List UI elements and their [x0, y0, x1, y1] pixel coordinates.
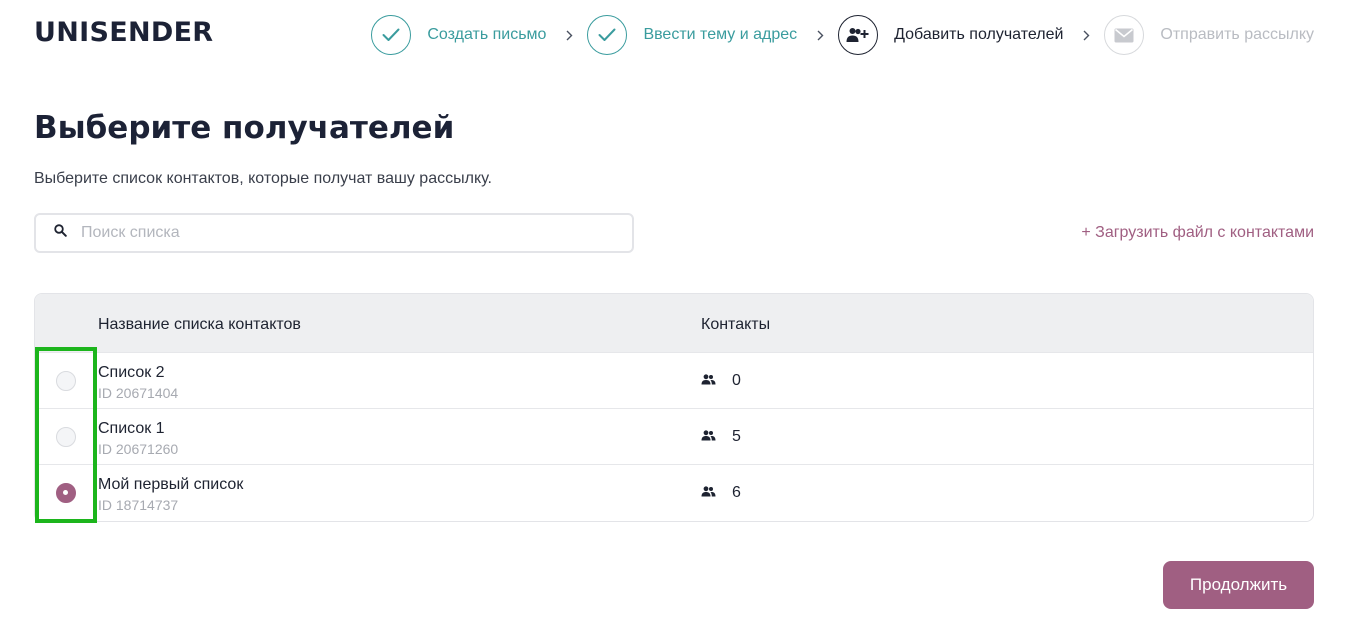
step-label: Добавить получателей	[894, 26, 1064, 43]
step-label: Ввести тему и адрес	[643, 26, 798, 43]
step-create-letter[interactable]: Создать письмо	[371, 15, 546, 55]
chevron-right-icon	[817, 30, 824, 41]
chevron-right-icon	[1083, 30, 1090, 41]
add-user-icon	[838, 15, 879, 55]
page-title: Выберите получателей	[34, 110, 455, 146]
column-header-name: Название списка контактов	[98, 316, 301, 333]
contacts-count: 6	[732, 484, 741, 501]
contacts-count: 5	[732, 428, 741, 445]
check-icon	[371, 15, 412, 55]
users-icon	[701, 372, 716, 390]
list-name: Список 2	[98, 364, 165, 381]
check-icon	[587, 15, 628, 55]
step-label: Создать письмо	[427, 26, 547, 43]
chevron-right-icon	[566, 30, 573, 41]
contacts-cell: 5	[701, 428, 741, 446]
users-icon	[701, 484, 716, 502]
contacts-count: 0	[732, 372, 741, 389]
contacts-cell: 0	[701, 372, 741, 390]
list-id: ID 20671260	[98, 441, 179, 457]
envelope-icon	[1104, 15, 1145, 55]
search-icon	[54, 224, 67, 242]
page-subtitle: Выберите список контактов, которые получ…	[34, 170, 492, 187]
table-header: Название списка контактов Контакты	[35, 294, 1313, 352]
contact-lists-table: Название списка контактов Контакты Списо…	[34, 293, 1314, 522]
step-subject-address[interactable]: Ввести тему и адрес	[587, 15, 797, 55]
contacts-cell: 6	[701, 484, 741, 502]
list-name: Список 1	[98, 420, 165, 437]
list-select-radio[interactable]	[56, 483, 76, 503]
step-send: Отправить рассылку	[1104, 15, 1314, 55]
progress-steps: Создать письмо Ввести тему и адрес Добав…	[371, 15, 1314, 55]
table-row[interactable]: Список 1 ID 20671260 5	[35, 408, 1313, 464]
table-row[interactable]: Мой первый список ID 18714737 6	[35, 464, 1313, 521]
unisender-logo[interactable]: UNISENDER	[34, 17, 213, 48]
search-input[interactable]	[81, 224, 561, 242]
list-select-radio[interactable]	[56, 371, 76, 391]
list-id: ID 18714737	[98, 497, 179, 513]
column-header-contacts: Контакты	[701, 316, 771, 333]
search-box[interactable]	[34, 213, 634, 253]
step-add-recipients: Добавить получателей	[838, 15, 1063, 55]
step-label: Отправить рассылку	[1160, 26, 1314, 43]
table-row[interactable]: Список 2 ID 20671404 0	[35, 352, 1313, 408]
users-icon	[701, 428, 716, 446]
continue-button[interactable]: Продолжить	[1163, 561, 1314, 609]
upload-contacts-link[interactable]: + Загрузить файл с контактами	[1081, 224, 1314, 242]
list-id: ID 20671404	[98, 385, 179, 401]
list-name: Мой первый список	[98, 476, 244, 493]
list-select-radio[interactable]	[56, 427, 76, 447]
